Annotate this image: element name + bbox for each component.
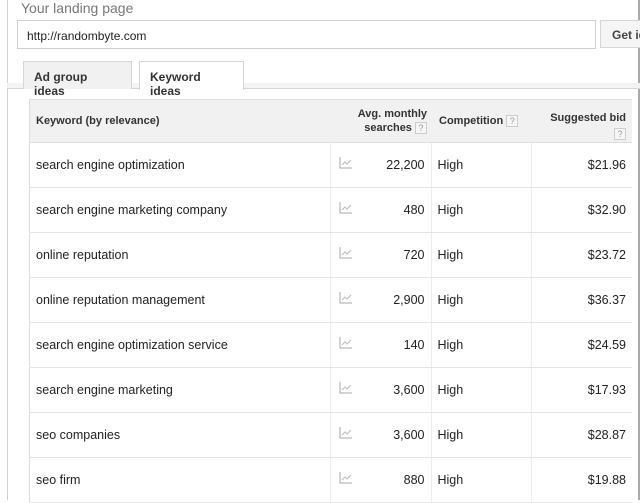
table-row: seo companies 3,600 High $28.87 — [29, 412, 632, 458]
header-competition[interactable]: Competition ? — [431, 99, 531, 143]
header-keyword[interactable]: Keyword (by relevance) — [29, 99, 331, 143]
keyword-cell: seo firm — [29, 457, 331, 503]
bid-cell: $19.88 — [530, 457, 632, 503]
header-searches[interactable]: Avg. monthly searches ? — [330, 99, 431, 143]
searches-cell: 720 — [360, 232, 431, 278]
bid-cell: $21.96 — [530, 142, 632, 188]
bid-cell: $28.87 — [530, 412, 632, 458]
table-row: online reputation 720 High $23.72 — [29, 232, 632, 278]
searches-cell: 880 — [360, 457, 431, 503]
header-suggested-bid[interactable]: Suggested bid? — [531, 99, 632, 143]
searches-cell: 2,900 — [360, 277, 431, 323]
bid-cell: $36.37 — [530, 277, 632, 323]
competition-cell: High — [430, 277, 531, 323]
table-row: search engine marketing 3,600 High $17.9… — [29, 367, 632, 413]
competition-cell: High — [430, 187, 531, 233]
keyword-cell: search engine marketing company — [29, 187, 331, 233]
searches-cell: 22,200 — [360, 142, 431, 188]
keyword-cell: online reputation — [29, 232, 331, 278]
keyword-cell: search engine marketing — [29, 367, 331, 413]
trend-chart-icon[interactable] — [330, 367, 361, 413]
tab-keyword-ideas[interactable]: Keyword ideas — [139, 61, 244, 98]
trend-chart-icon[interactable] — [330, 412, 361, 458]
landing-page-label: Your landing page — [21, 0, 134, 16]
trend-chart-icon[interactable] — [330, 232, 361, 278]
bid-cell: $23.72 — [530, 232, 632, 278]
searches-cell: 140 — [360, 322, 431, 368]
competition-cell: High — [430, 412, 531, 458]
competition-cell: High — [430, 322, 531, 368]
landing-page-input[interactable]: http://randombyte.com — [17, 20, 596, 49]
help-icon[interactable]: ? — [506, 115, 519, 128]
table-row: search engine optimization service 140 H… — [29, 322, 632, 368]
help-icon[interactable]: ? — [614, 128, 626, 141]
trend-chart-icon[interactable] — [330, 322, 361, 368]
competition-cell: High — [430, 367, 531, 413]
trend-chart-icon[interactable] — [330, 277, 361, 323]
keyword-cell: search engine optimization — [29, 142, 331, 188]
competition-cell: High — [430, 232, 531, 278]
trend-chart-icon[interactable] — [330, 187, 361, 233]
trend-chart-icon[interactable] — [330, 142, 361, 188]
keyword-cell: seo companies — [29, 412, 331, 458]
keyword-cell: online reputation management — [29, 277, 331, 323]
get-ideas-button[interactable]: Get ideas — [600, 20, 640, 48]
searches-cell: 3,600 — [360, 367, 431, 413]
competition-cell: High — [430, 457, 531, 503]
table-row: search engine marketing company 480 High… — [29, 187, 632, 233]
table-row: search engine optimization 22,200 High $… — [29, 142, 632, 188]
table-row: seo firm 880 High $19.88 — [29, 457, 632, 503]
searches-cell: 3,600 — [360, 412, 431, 458]
help-icon[interactable]: ? — [415, 122, 427, 135]
bid-cell: $32.90 — [530, 187, 632, 233]
competition-cell: High — [430, 142, 531, 188]
tab-ad-group-ideas[interactable]: Ad group ideas — [23, 61, 132, 98]
keyword-cell: search engine optimization service — [29, 322, 331, 368]
trend-chart-icon[interactable] — [330, 457, 361, 503]
bid-cell: $17.93 — [530, 367, 632, 413]
searches-cell: 480 — [360, 187, 431, 233]
bid-cell: $24.59 — [530, 322, 632, 368]
table-row: online reputation management 2,900 High … — [29, 277, 632, 323]
keyword-table: Keyword (by relevance) Avg. monthly sear… — [29, 99, 632, 503]
